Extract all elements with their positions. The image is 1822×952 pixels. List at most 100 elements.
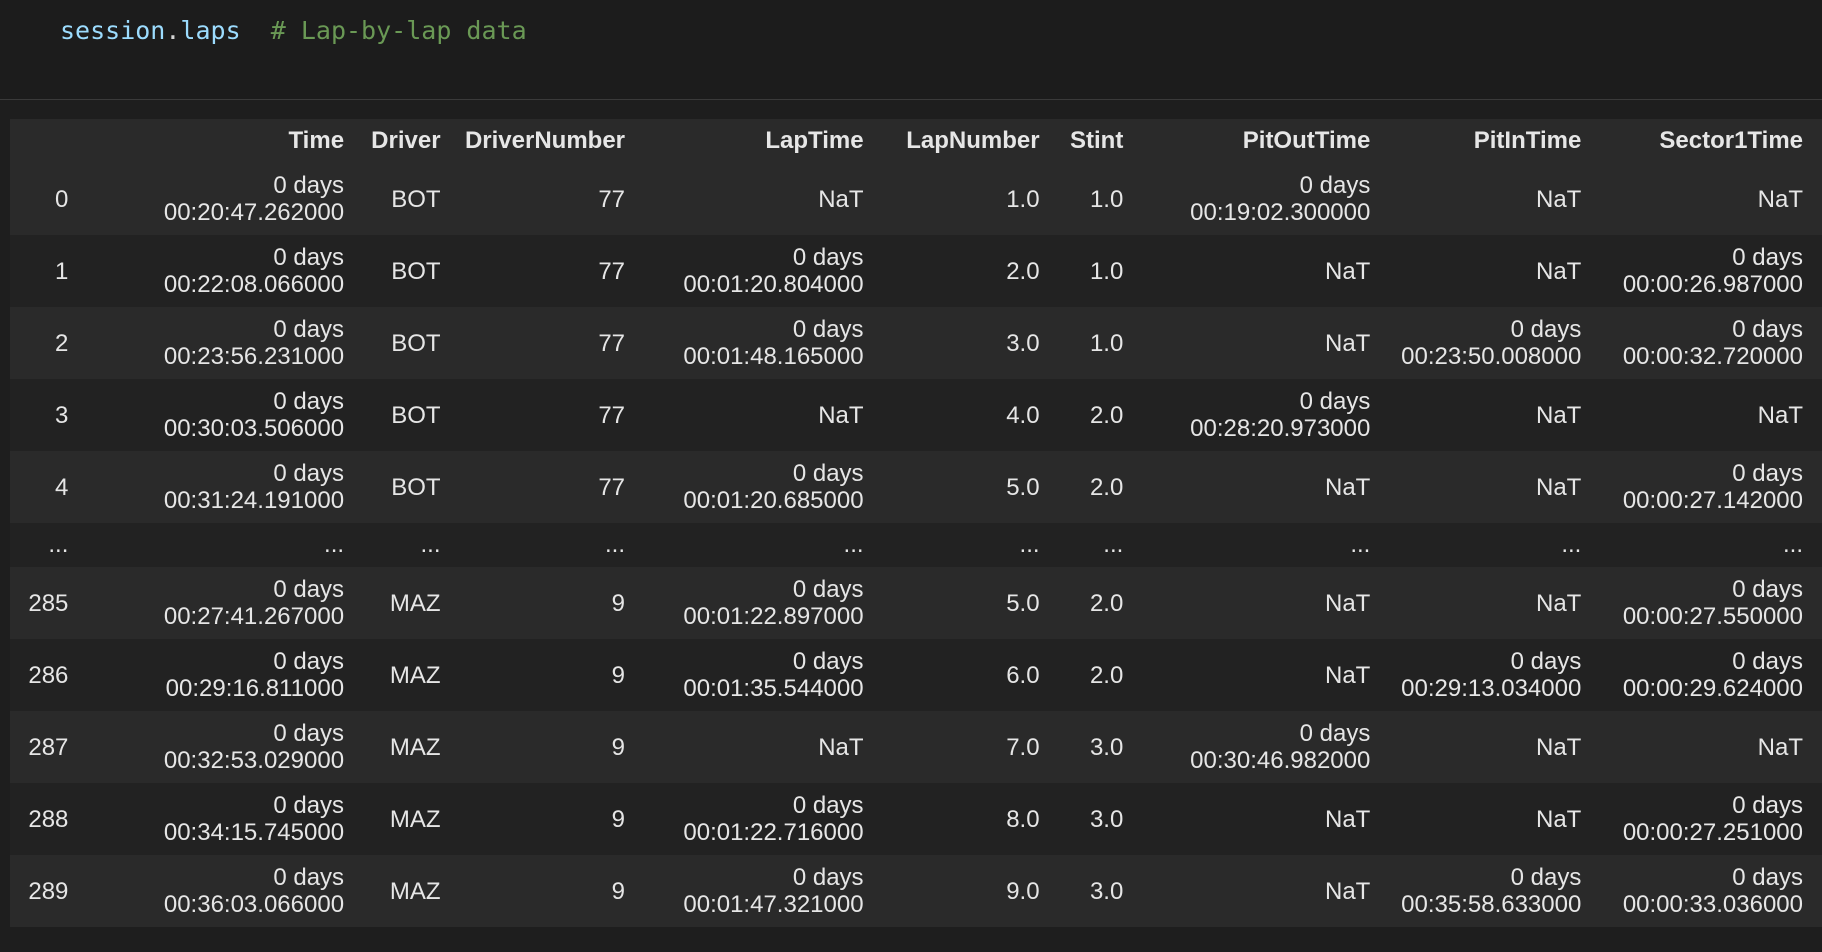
table-row: 289 0 days 00:36:03.066000 MAZ 9 0 days 00:0…: [10, 855, 1822, 927]
row-index: ...: [10, 523, 88, 567]
code-cell[interactable]: session.laps # Lap-by-lap data: [0, 0, 1822, 100]
code-variable: session: [60, 16, 166, 45]
table-cell: 3.0: [1058, 855, 1143, 927]
row-index: 286: [10, 639, 88, 711]
table-cell: NaT: [1142, 855, 1390, 927]
table-cell: NaT: [1142, 235, 1390, 307]
table-cell: 0 days 00:31:24.191000: [87, 451, 364, 523]
table-cell: 0 days 00:01:20.804000: [644, 235, 883, 307]
table-cell: 0 days 00:22:08.066000: [87, 235, 364, 307]
table-cell: NaT: [1142, 567, 1390, 639]
table-cell: 0 days 00:01:22.716000: [644, 783, 883, 855]
table-cell: 1.0: [1058, 235, 1143, 307]
table-cell: 77: [459, 235, 645, 307]
table-cell: 0 days 00:35:58.633000: [1389, 855, 1601, 927]
table-cell: 0 days 00:30:03.506000: [87, 379, 364, 451]
row-index: 1: [10, 235, 88, 307]
table-cell: 0 days 00:01:47.321000: [644, 855, 883, 927]
table-cell: ...: [459, 523, 645, 567]
table-cell: 0 days 00:32:53.029000: [87, 711, 364, 783]
table-header-row: Time Driver DriverNumber LapTime LapNumber St…: [10, 119, 1822, 163]
table-cell: 7.0: [882, 711, 1059, 783]
table-cell: 0 days 00:19:02.300000: [1142, 163, 1390, 235]
table-cell: NaT: [644, 163, 883, 235]
table-cell: 0 days 00:23:56.231000: [87, 307, 364, 379]
table-cell: 77: [459, 307, 645, 379]
table-cell: 0 days 00:34:15.745000: [87, 783, 364, 855]
table-cell: 0 days 00:01:48.165000: [644, 307, 883, 379]
code-attribute: laps: [180, 16, 241, 45]
table-cell: BOT: [363, 451, 460, 523]
notebook-page: session.laps # Lap-by-lap data Time Drive…: [0, 0, 1822, 952]
table-row: 286 0 days 00:29:16.811000 MAZ 9 0 days 00:0…: [10, 639, 1822, 711]
table-cell: 0 days 00:28:20.973000: [1142, 379, 1390, 451]
table-cell: 1.0: [1058, 307, 1143, 379]
table-cell: BOT: [363, 379, 460, 451]
table-cell: MAZ: [363, 783, 460, 855]
table-cell: 0 days 00:00:26.987000: [1600, 235, 1822, 307]
column-header: Stint: [1058, 119, 1143, 163]
table-cell: MAZ: [363, 567, 460, 639]
cell-output: Time Driver DriverNumber LapTime LapNumber St…: [10, 119, 1822, 927]
table-cell: NaT: [1142, 639, 1390, 711]
row-index: 288: [10, 783, 88, 855]
table-cell: 0 days 00:01:22.897000: [644, 567, 883, 639]
column-header: Driver: [363, 119, 460, 163]
table-cell: 0 days 00:36:03.066000: [87, 855, 364, 927]
row-index: 289: [10, 855, 88, 927]
table-cell: 77: [459, 451, 645, 523]
row-index: 0: [10, 163, 88, 235]
table-cell: NaT: [1600, 379, 1822, 451]
table-cell: 9: [459, 783, 645, 855]
table-cell: 2.0: [1058, 639, 1143, 711]
table-cell: 5.0: [882, 451, 1059, 523]
table-cell: 2.0: [1058, 451, 1143, 523]
table-row: 00 days 00:20:47.262000 BOT 77 NaT 1.0 1.0 0 d…: [10, 163, 1822, 235]
table-cell: ...: [882, 523, 1059, 567]
table-cell: 0 days 00:00:27.550000: [1600, 567, 1822, 639]
table-cell: NaT: [1600, 163, 1822, 235]
row-index: 285: [10, 567, 88, 639]
table-cell: 0 days 00:30:46.982000: [1142, 711, 1390, 783]
table-cell: 1.0: [882, 163, 1059, 235]
table-cell: NaT: [1389, 567, 1601, 639]
table-cell: ...: [1600, 523, 1822, 567]
table-cell: 2.0: [1058, 567, 1143, 639]
table-cell: 3.0: [1058, 783, 1143, 855]
table-row: 30 days 00:30:03.506000 BOT 77 NaT 4.0 2.0 0 d…: [10, 379, 1822, 451]
table-cell: 0 days 00:00:27.142000: [1600, 451, 1822, 523]
row-index: 3: [10, 379, 88, 451]
table-cell: 3.0: [1058, 711, 1143, 783]
table-cell: MAZ: [363, 855, 460, 927]
table-cell: 0 days 00:01:20.685000: [644, 451, 883, 523]
table-row: 10 days 00:22:08.066000 BOT 77 0 days 00:01…: [10, 235, 1822, 307]
table-cell: 1.0: [1058, 163, 1143, 235]
table-cell: NaT: [1389, 379, 1601, 451]
table-row: 285 0 days 00:27:41.267000 MAZ 9 0 days 00:0…: [10, 567, 1822, 639]
table-cell: 9.0: [882, 855, 1059, 927]
table-cell: 8.0: [882, 783, 1059, 855]
table-cell: 0 days 00:00:27.251000: [1600, 783, 1822, 855]
table-cell: MAZ: [363, 639, 460, 711]
table-cell: 9: [459, 567, 645, 639]
table-cell: NaT: [1142, 307, 1390, 379]
table-cell: NaT: [1389, 711, 1601, 783]
column-header: Sector1Time: [1600, 119, 1822, 163]
table-cell: 77: [459, 379, 645, 451]
table-cell: ...: [363, 523, 460, 567]
column-header: PitInTime: [1389, 119, 1601, 163]
column-header: LapNumber: [882, 119, 1059, 163]
table-cell: ...: [1142, 523, 1390, 567]
table-cell: 0 days 00:20:47.262000: [87, 163, 364, 235]
table-cell: 9: [459, 855, 645, 927]
table-cell: NaT: [1389, 163, 1601, 235]
table-cell: BOT: [363, 235, 460, 307]
table-cell: 5.0: [882, 567, 1059, 639]
column-header: DriverNumber: [459, 119, 645, 163]
ellipsis-row: ..............................: [10, 523, 1822, 567]
table-cell: 0 days 00:29:13.034000: [1389, 639, 1601, 711]
table-cell: 0 days 00:23:50.008000: [1389, 307, 1601, 379]
table-cell: 4.0: [882, 379, 1059, 451]
row-index: 287: [10, 711, 88, 783]
table-cell: NaT: [1389, 783, 1601, 855]
